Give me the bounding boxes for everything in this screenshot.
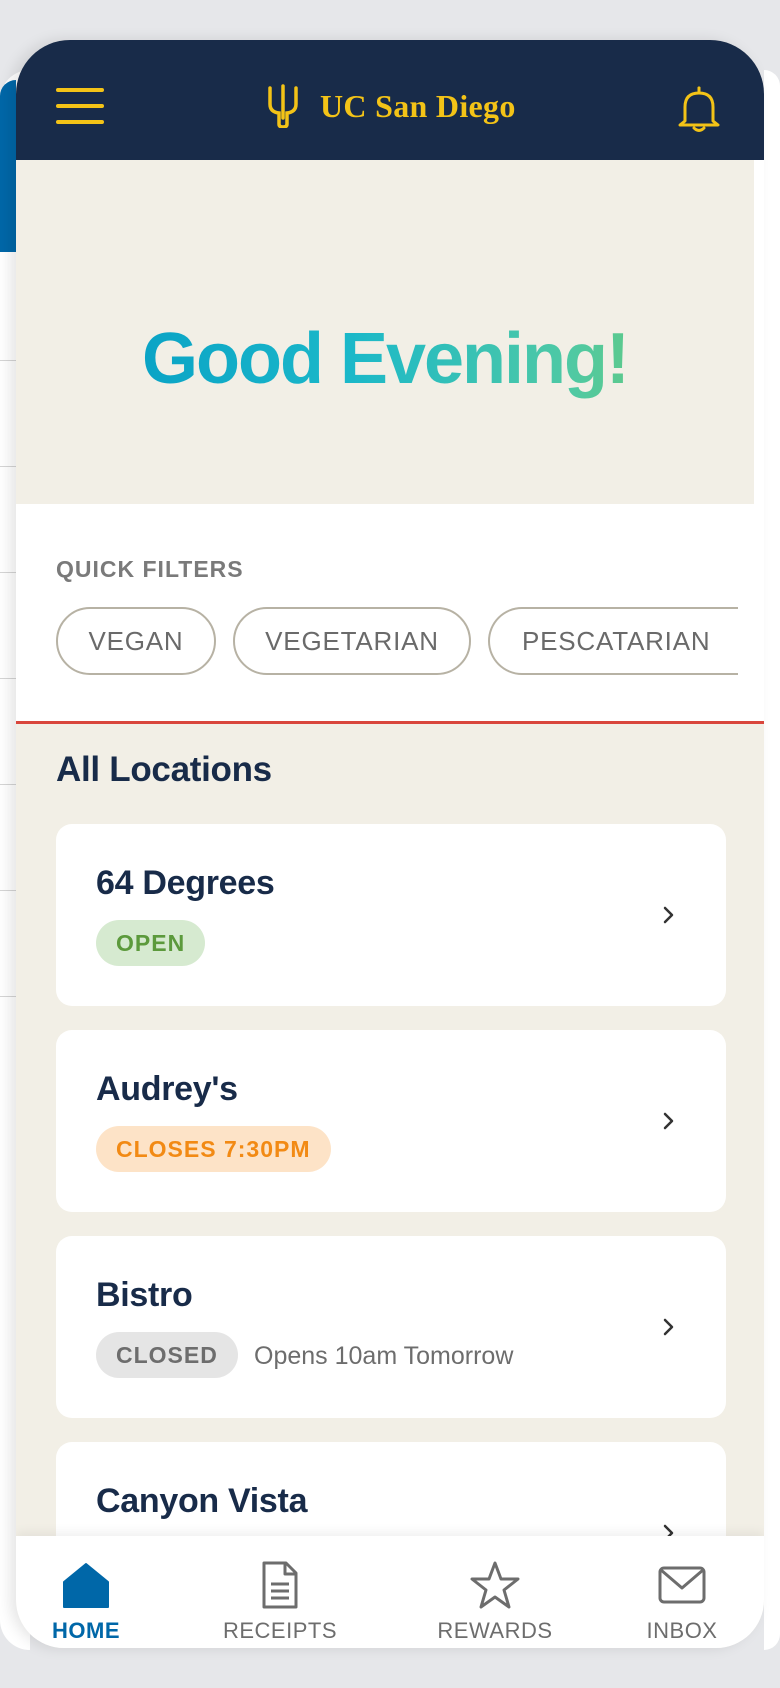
opening-note: Opens 10am Tomorrow xyxy=(254,1342,514,1370)
location-card[interactable]: Bistro CLOSED Opens 10am Tomorrow xyxy=(56,1236,726,1418)
nav-home[interactable]: HOME xyxy=(16,1536,166,1648)
background-divider xyxy=(0,996,16,997)
nav-rewards-label: REWARDS xyxy=(437,1618,553,1643)
brand-logo: UC San Diego xyxy=(266,84,516,128)
location-card[interactable]: 64 Degrees OPEN xyxy=(56,824,726,1006)
location-name: Audrey's xyxy=(96,1070,238,1108)
background-panel-right xyxy=(764,70,780,1650)
nav-receipts[interactable]: RECEIPTS xyxy=(200,1536,360,1648)
greeting-text: Good Evening! xyxy=(16,318,754,400)
chevron-right-icon xyxy=(663,1318,674,1336)
app-header: UC San Diego xyxy=(16,40,764,160)
background-divider xyxy=(0,890,16,891)
chevron-right-icon xyxy=(663,1112,674,1130)
receipt-icon xyxy=(262,1561,298,1609)
background-divider xyxy=(0,678,16,679)
background-divider xyxy=(0,572,16,573)
location-card[interactable]: Audrey's CLOSES 7:30PM xyxy=(56,1030,726,1212)
background-accent-bar xyxy=(0,80,16,252)
home-icon xyxy=(63,1563,109,1608)
filter-chip-vegan[interactable]: VEGAN xyxy=(56,607,216,675)
filter-chip-vegetarian[interactable]: VEGETARIAN xyxy=(233,607,471,675)
status-badge: CLOSED xyxy=(96,1332,238,1378)
location-name: 64 Degrees xyxy=(96,864,275,902)
filter-chip-pescatarian[interactable]: PESCATARIAN xyxy=(488,607,738,675)
background-divider xyxy=(0,466,16,467)
nav-home-label: HOME xyxy=(52,1618,120,1643)
quick-filters-title: QUICK FILTERS xyxy=(56,556,244,582)
mail-icon xyxy=(658,1566,706,1604)
background-divider xyxy=(0,360,16,361)
nav-inbox[interactable]: INBOX xyxy=(612,1536,752,1648)
location-name: Canyon Vista xyxy=(96,1482,308,1520)
status-badge: OPEN xyxy=(96,920,206,966)
bottom-navigation: HOME RECEIPTS REWARDS INBOX xyxy=(16,1536,764,1648)
app-screen: UC San Diego Good Evening! QUICK FILTERS… xyxy=(16,40,764,1648)
nav-inbox-label: INBOX xyxy=(646,1618,718,1643)
trident-icon xyxy=(268,84,298,128)
bell-icon[interactable] xyxy=(674,84,724,134)
nav-receipts-label: RECEIPTS xyxy=(222,1618,338,1643)
hamburger-menu-icon[interactable] xyxy=(56,88,104,124)
location-name: Bistro xyxy=(96,1276,193,1314)
quick-filters-section: QUICK FILTERS VEGAN VEGETARIAN PESCATARI… xyxy=(16,504,764,724)
background-divider xyxy=(0,784,16,785)
greeting-banner: Good Evening! xyxy=(16,160,764,504)
brand-name: UC San Diego xyxy=(320,87,516,124)
chevron-right-icon xyxy=(663,906,674,924)
status-badge: CLOSES 7:30PM xyxy=(96,1126,331,1172)
locations-title: All Locations xyxy=(56,750,272,789)
nav-rewards[interactable]: REWARDS xyxy=(415,1536,575,1648)
star-icon xyxy=(470,1561,520,1609)
